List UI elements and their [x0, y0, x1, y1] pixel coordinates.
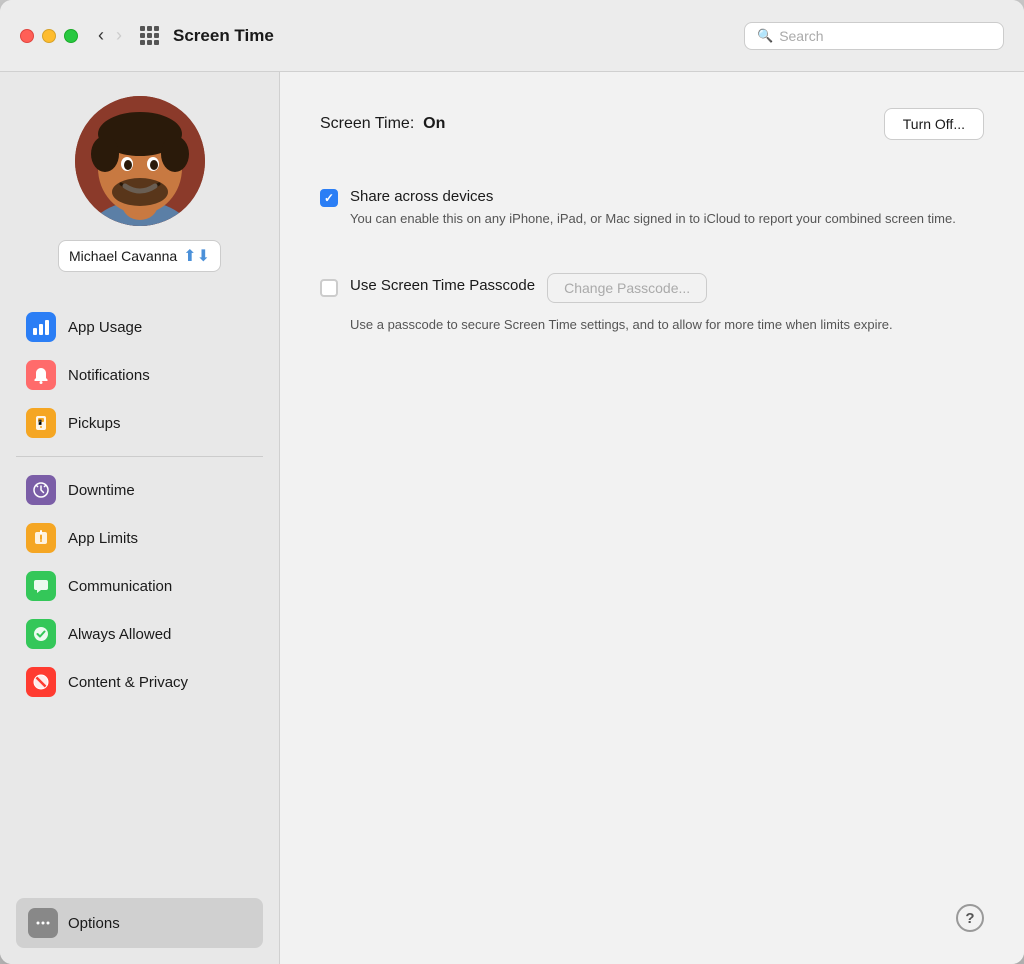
content-privacy-icon — [26, 667, 56, 697]
avatar — [75, 96, 205, 226]
user-name: Michael Cavanna — [69, 248, 177, 264]
communication-icon — [26, 571, 56, 601]
title-bar: ‹ › Screen Time 🔍 — [0, 0, 1024, 72]
nav-buttons: ‹ › — [94, 23, 126, 48]
screen-time-header: Screen Time: On Turn Off... — [320, 108, 984, 140]
sidebar: Michael Cavanna ⬆⬇ App Usage — [0, 72, 280, 964]
sidebar-item-communication[interactable]: Communication — [16, 563, 263, 609]
passcode-checkbox[interactable] — [320, 279, 338, 297]
app-limits-label: App Limits — [68, 530, 138, 547]
maximize-button[interactable] — [64, 29, 78, 43]
traffic-lights — [20, 29, 78, 43]
sidebar-nav: App Usage Notifications — [16, 304, 263, 898]
detail-area: Screen Time: On Turn Off... Share across… — [280, 72, 1024, 964]
chevron-updown-icon: ⬆⬇ — [183, 246, 210, 266]
share-devices-label: Share across devices — [350, 188, 984, 205]
change-passcode-button: Change Passcode... — [547, 273, 707, 303]
passcode-desc: Use a passcode to secure Screen Time set… — [350, 315, 984, 335]
downtime-icon — [26, 475, 56, 505]
share-devices-checkbox[interactable] — [320, 189, 338, 207]
close-button[interactable] — [20, 29, 34, 43]
always-allowed-label: Always Allowed — [68, 626, 171, 643]
options-label: Options — [68, 915, 120, 932]
share-devices-content: Share across devices You can enable this… — [350, 188, 984, 229]
main-window: ‹ › Screen Time 🔍 — [0, 0, 1024, 964]
sidebar-item-pickups[interactable]: 📱 Pickups — [16, 400, 263, 446]
always-allowed-icon — [26, 619, 56, 649]
share-devices-row: Share across devices You can enable this… — [320, 188, 984, 229]
back-button[interactable]: ‹ — [94, 23, 108, 48]
forward-button[interactable]: › — [112, 23, 126, 48]
passcode-label: Use Screen Time Passcode — [350, 277, 535, 294]
app-usage-icon — [26, 312, 56, 342]
passcode-section: Use Screen Time Passcode Change Passcode… — [320, 273, 984, 335]
minimize-button[interactable] — [42, 29, 56, 43]
content-privacy-label: Content & Privacy — [68, 674, 188, 691]
sidebar-item-content-privacy[interactable]: Content & Privacy — [16, 659, 263, 705]
notifications-icon — [26, 360, 56, 390]
search-icon: 🔍 — [757, 28, 773, 44]
communication-label: Communication — [68, 578, 172, 595]
app-limits-icon — [26, 523, 56, 553]
app-usage-label: App Usage — [68, 319, 142, 336]
avatar-section: Michael Cavanna ⬆⬇ — [16, 96, 263, 272]
svg-text:📱: 📱 — [37, 419, 43, 426]
help-button[interactable]: ? — [956, 904, 984, 932]
options-icon — [28, 908, 58, 938]
turn-off-button[interactable]: Turn Off... — [884, 108, 984, 140]
sidebar-item-app-limits[interactable]: App Limits — [16, 515, 263, 561]
passcode-row: Use Screen Time Passcode Change Passcode… — [320, 273, 984, 303]
notifications-label: Notifications — [68, 367, 150, 384]
pickups-icon: 📱 — [26, 408, 56, 438]
sidebar-item-notifications[interactable]: Notifications — [16, 352, 263, 398]
sidebar-footer: Options — [16, 898, 263, 948]
sidebar-divider-1 — [16, 456, 263, 457]
main-content: Michael Cavanna ⬆⬇ App Usage — [0, 72, 1024, 964]
sidebar-item-downtime[interactable]: Downtime — [16, 467, 263, 513]
grid-icon[interactable] — [140, 26, 159, 45]
search-bar[interactable]: 🔍 — [744, 22, 1004, 50]
sidebar-item-app-usage[interactable]: App Usage — [16, 304, 263, 350]
downtime-label: Downtime — [68, 482, 135, 499]
search-input[interactable] — [779, 28, 991, 44]
user-selector[interactable]: Michael Cavanna ⬆⬇ — [58, 240, 221, 272]
share-devices-desc: You can enable this on any iPhone, iPad,… — [350, 209, 984, 229]
sidebar-item-always-allowed[interactable]: Always Allowed — [16, 611, 263, 657]
pickups-label: Pickups — [68, 415, 121, 432]
window-title: Screen Time — [173, 26, 744, 46]
screen-time-status: Screen Time: On — [320, 115, 445, 133]
options-button[interactable]: Options — [16, 898, 263, 948]
